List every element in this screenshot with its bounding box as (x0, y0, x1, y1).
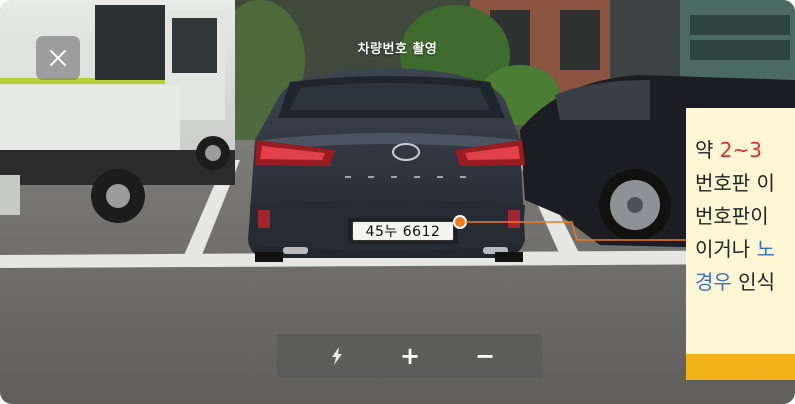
license-plate-number: 45누 6612 (365, 224, 441, 240)
guide-line-1-prefix: 약 (695, 138, 720, 162)
guide-line-2: 번호판 이 (695, 171, 775, 195)
zoom-in-button[interactable]: + (388, 334, 432, 378)
zoom-out-label: − (474, 342, 496, 370)
guide-line-3: 번호판이 (695, 204, 769, 228)
guide-panel-bar (686, 354, 795, 380)
guide-line-4-highlight: 노 (756, 237, 775, 261)
guide-line-4-prefix: 이거나 (695, 237, 757, 261)
plate-leader-line (466, 221, 688, 241)
flash-icon (332, 347, 342, 365)
guide-panel: 약 2~3 번호판 이 번호판이 이거나 노 경우 인식 (686, 108, 795, 380)
guide-text: 약 2~3 번호판 이 번호판이 이거나 노 경우 인식 (695, 134, 795, 299)
camera-frame: 45누 6612 차량번호 촬영 + − 약 2~3 번호판 이 번호판이 이거… (0, 0, 795, 404)
guide-line-5-highlight: 경우 (695, 270, 732, 294)
zoom-out-button[interactable]: − (463, 334, 507, 378)
guide-line-5: 경우 인식 (695, 266, 795, 299)
license-plate: 45누 6612 (352, 221, 454, 241)
camera-toolbar: + − (277, 334, 542, 378)
zoom-in-label: + (399, 342, 421, 370)
guide-line-1: 약 2~3 (695, 134, 795, 167)
page-title: 차량번호 촬영 (357, 42, 438, 57)
guide-line-5-suffix: 인식 (731, 270, 775, 294)
guide-line-4: 이거나 노 (695, 233, 795, 266)
guide-line-1-highlight: 2~3 (719, 138, 762, 162)
flash-button[interactable] (315, 334, 359, 378)
